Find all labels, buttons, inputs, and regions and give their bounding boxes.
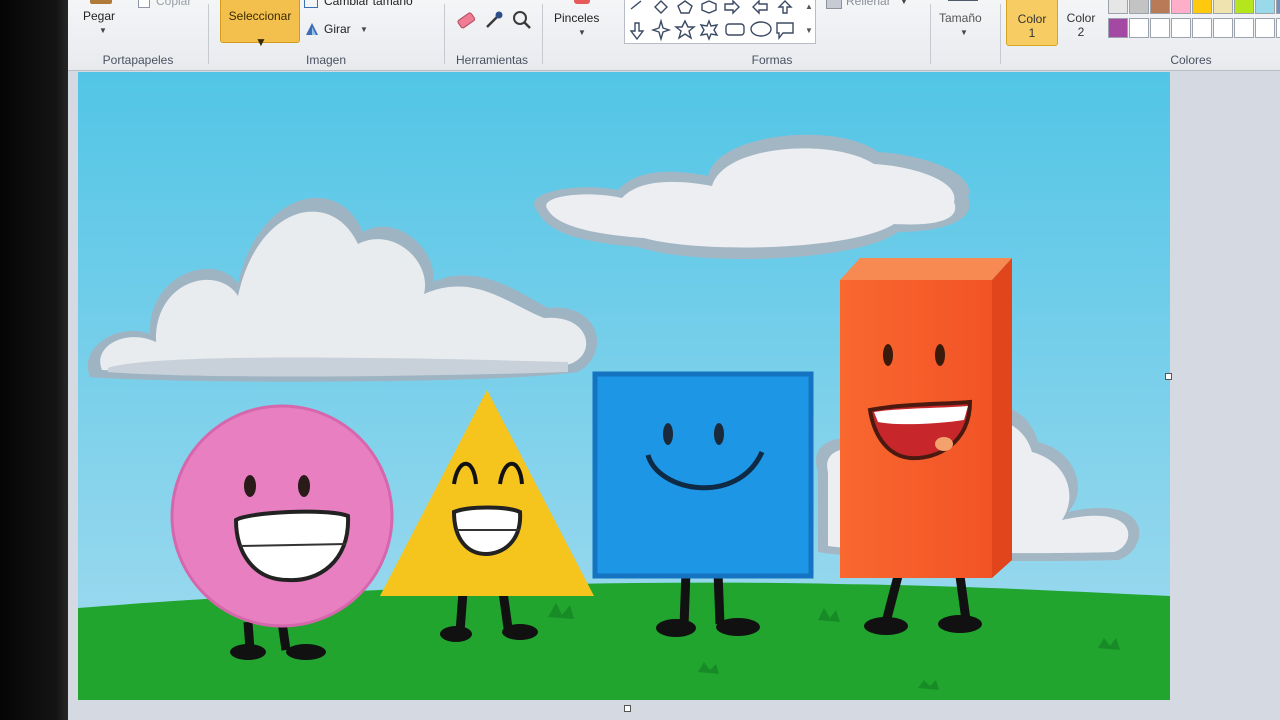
color1-number: 1 [1028, 26, 1036, 40]
rotate-button[interactable]: Girar ▼ [304, 20, 384, 38]
rotate-dropdown-icon: ▼ [360, 25, 368, 34]
palette-swatch[interactable] [1255, 18, 1275, 38]
color1-button[interactable]: Color 1 [1006, 0, 1058, 46]
color-picker-icon [486, 11, 503, 28]
palette-swatch[interactable] [1171, 0, 1191, 14]
palette-swatch[interactable] [1150, 0, 1170, 14]
eraser-icon [457, 12, 476, 29]
resize-icon [304, 0, 318, 8]
shapes-group-label: Formas [751, 53, 793, 67]
eraser-tool[interactable] [454, 8, 478, 32]
copy-icon [138, 0, 150, 8]
shapes-group: ▲ ▼ Rellenar ▼ Formas [616, 0, 928, 70]
color-palette [1108, 0, 1280, 44]
color-picker-tool[interactable] [482, 8, 506, 32]
palette-swatch[interactable] [1255, 0, 1275, 14]
size-button[interactable]: Tamaño ▼ [934, 0, 996, 42]
ribbon-separator [1000, 4, 1001, 64]
fill-icon [826, 0, 842, 9]
rotate-icon [306, 23, 318, 35]
palette-swatch[interactable] [1192, 18, 1212, 38]
resize-label: Cambiar tamaño [324, 0, 413, 8]
palette-swatch[interactable] [1213, 0, 1233, 14]
tools-group: Herramientas [444, 0, 540, 70]
brushes-dropdown-icon: ▼ [578, 28, 586, 37]
resize-handle-right[interactable] [1165, 373, 1172, 380]
tools-group-label: Herramientas [455, 53, 529, 67]
brushes-group: Pinceles ▼ [544, 0, 616, 70]
drawing-canvas[interactable] [78, 72, 1170, 700]
paste-dropdown-icon: ▼ [99, 26, 107, 35]
paste-label: Pegar [83, 9, 116, 23]
magnifier-tool[interactable] [510, 8, 534, 32]
resize-handle-bottom[interactable] [624, 705, 631, 712]
size-group: Tamaño ▼ [930, 0, 1000, 70]
copy-button[interactable]: Copiar [138, 0, 202, 10]
monitor-bezel [0, 0, 70, 720]
size-label: Tamaño [939, 11, 982, 25]
canvas-area [68, 71, 1280, 720]
brushes-button[interactable]: Pinceles ▼ [550, 0, 612, 42]
palette-swatch[interactable] [1234, 0, 1254, 14]
colors-group-label: Colores [1170, 53, 1212, 67]
clipboard-group: Pegar ▼ Copiar Portapapeles [68, 0, 208, 70]
palette-swatch[interactable] [1108, 18, 1128, 38]
svg-text:▼: ▼ [805, 26, 813, 35]
fill-button[interactable]: Rellenar ▼ [826, 0, 916, 10]
palette-swatch[interactable] [1276, 18, 1280, 38]
select-button[interactable]: Seleccionar ▼ [220, 0, 300, 49]
palette-swatch[interactable] [1129, 18, 1149, 38]
palette-swatch[interactable] [1276, 0, 1280, 14]
size-icon [948, 0, 978, 1]
size-dropdown-icon: ▼ [960, 28, 968, 37]
palette-swatch[interactable] [1213, 18, 1233, 38]
copy-label: Copiar [156, 0, 192, 8]
brushes-label: Pinceles [554, 11, 600, 25]
shapes-gallery[interactable]: ▲ ▼ [624, 0, 816, 44]
fill-label: Rellenar [846, 0, 891, 8]
paste-icon [90, 0, 112, 4]
palette-swatch[interactable] [1234, 18, 1254, 38]
palette-swatch[interactable] [1150, 18, 1170, 38]
clipboard-group-label: Portapapeles [102, 53, 174, 67]
ribbon-separator [542, 4, 543, 64]
palette-swatch[interactable] [1192, 0, 1212, 14]
color2-number: 2 [1077, 25, 1085, 39]
palette-swatch[interactable] [1129, 0, 1149, 14]
paint-window: Pegar ▼ Copiar Portapapeles Seleccionar … [68, 0, 1280, 720]
color1-label: Color [1017, 12, 1047, 26]
color2-button[interactable]: Color 2 [1056, 0, 1106, 44]
brush-icon [574, 0, 590, 4]
shapes-icons: ▲ ▼ [629, 0, 813, 42]
paste-button[interactable]: Pegar ▼ [76, 0, 128, 42]
resize-button[interactable]: Cambiar tamaño [304, 0, 440, 10]
color2-label: Color [1066, 11, 1096, 25]
ribbon: Pegar ▼ Copiar Portapapeles Seleccionar … [68, 0, 1280, 71]
magnifier-icon [513, 11, 531, 29]
image-group: Seleccionar ▼ Cambiar tamaño Girar ▼ Ima… [208, 0, 444, 70]
select-dropdown-icon: ▼ [255, 35, 267, 49]
colors-group: Color 1 Color 2 Colores [1002, 0, 1280, 70]
select-label: Seleccionar [228, 9, 292, 23]
drawing-image [78, 72, 1170, 700]
image-group-label: Imagen [305, 53, 347, 67]
fill-dropdown-icon: ▼ [900, 0, 908, 6]
rotate-label: Girar [324, 22, 351, 36]
palette-swatch[interactable] [1108, 0, 1128, 14]
palette-swatch[interactable] [1171, 18, 1191, 38]
svg-text:▲: ▲ [805, 2, 813, 11]
